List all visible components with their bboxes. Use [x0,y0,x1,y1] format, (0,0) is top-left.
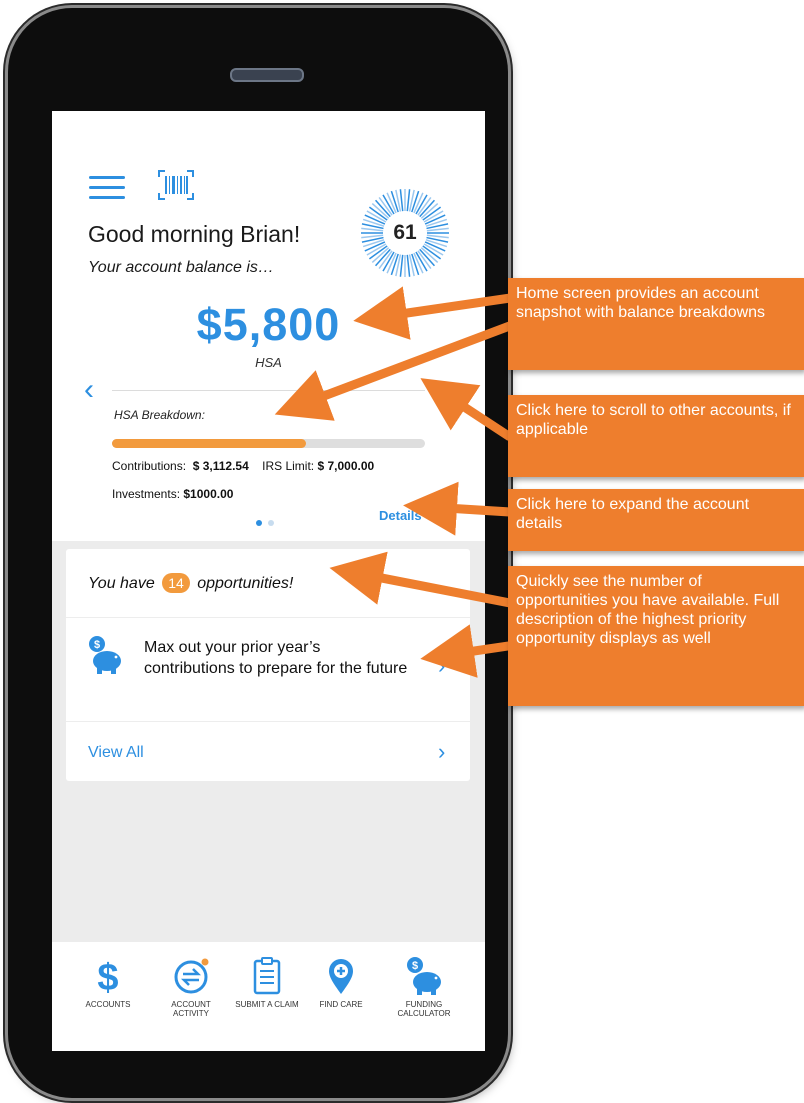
opportunities-suffix: opportunities! [197,575,294,592]
nav-label: SUBMIT A CLAIM [235,1000,299,1009]
nav-account-activity[interactable]: ACCOUNT ACTIVITY [153,956,229,1018]
wellness-score-value: 61 [393,221,417,244]
barcode-scan-icon[interactable] [157,169,195,201]
opportunities-card: You have 14 opportunities! $ Max out you… [66,549,470,781]
nav-label: FUNDING CALCULATOR [397,1000,451,1018]
map-pin-plus-icon [329,959,353,994]
hamburger-menu-icon[interactable] [89,176,125,200]
details-link[interactable]: Details [379,508,422,523]
irs-limit-value: $ 7,000.00 [317,459,375,473]
top-opportunity-text[interactable]: Max out your prior year’s contributions … [144,637,414,679]
balance-intro-text: Your account balance is… [88,259,274,276]
nav-accounts[interactable]: $ ACCOUNTS [70,956,146,1009]
pager-dot[interactable] [268,520,274,526]
greeting-text: Good morning Brian! [88,221,301,247]
activity-exchange-icon [174,958,209,994]
account-balance: $5,800 [196,299,341,350]
opportunities-prefix: You have [88,575,155,592]
investments-row: Investments: $1000.00 [112,487,233,501]
clipboard-icon [253,957,281,995]
nav-label: ACCOUNTS [85,1000,131,1009]
contributions-label: Contributions: [112,459,187,473]
card-divider [66,721,470,722]
nav-label: ACCOUNT ACTIVITY [171,1000,211,1018]
investments-label: Investments: [112,487,181,501]
svg-text:$: $ [97,957,118,996]
app-screen: Good morning Brian! Your account balance… [52,111,485,1051]
opportunities-count-badge: 14 [162,573,190,593]
divider [112,390,425,391]
view-all-link[interactable]: View All [88,744,144,762]
piggy-bank-icon: $ [407,957,441,995]
opportunity-chevron-icon[interactable]: › [438,653,445,679]
card-divider [66,617,470,618]
opportunities-heading: You have 14 opportunities! [88,573,293,593]
previous-account-chevron-icon[interactable]: ‹ [84,373,94,407]
nav-submit-claim[interactable]: SUBMIT A CLAIM [229,956,305,1009]
piggy-bank-icon: $ [89,636,121,674]
phone-speaker [230,68,304,82]
account-pager-dots [256,513,280,531]
next-account-chevron-icon[interactable]: › [438,373,448,407]
callout-expand-details: Click here to expand the account details [508,489,804,551]
svg-text:$: $ [94,639,100,651]
nav-find-care[interactable]: FIND CARE [303,956,379,1009]
callout-scroll-accounts: Click here to scroll to other accounts, … [508,395,804,477]
pager-dot-active[interactable] [256,520,262,526]
breakdown-title: HSA Breakdown: [114,408,205,422]
nav-label: FIND CARE [319,1000,363,1009]
svg-text:$: $ [412,960,418,972]
bottom-navigation: $ ACCOUNTS ACCOUNT ACTIVITY SUBMIT A CLA… [52,941,485,1051]
nav-funding-calculator[interactable]: $ FUNDING CALCULATOR [386,956,462,1018]
contributions-row: Contributions: $ 3,112.54 IRS Limit: $ 7… [112,459,374,473]
account-type-label: HSA [255,355,282,370]
contribution-progress-fill [112,439,307,448]
dollar-icon: $ [97,957,118,996]
callout-opportunities: Quickly see the number of opportunities … [508,566,804,706]
phone-frame: Good morning Brian! Your account balance… [8,8,508,1098]
contributions-value: $ 3,112.54 [192,459,249,473]
contribution-progress-bar [112,439,425,448]
callout-home-snapshot: Home screen provides an account snapshot… [508,278,804,370]
irs-limit-label: IRS Limit: [262,459,315,473]
view-all-chevron-icon[interactable]: › [438,739,445,765]
investments-value: $1000.00 [183,487,234,501]
